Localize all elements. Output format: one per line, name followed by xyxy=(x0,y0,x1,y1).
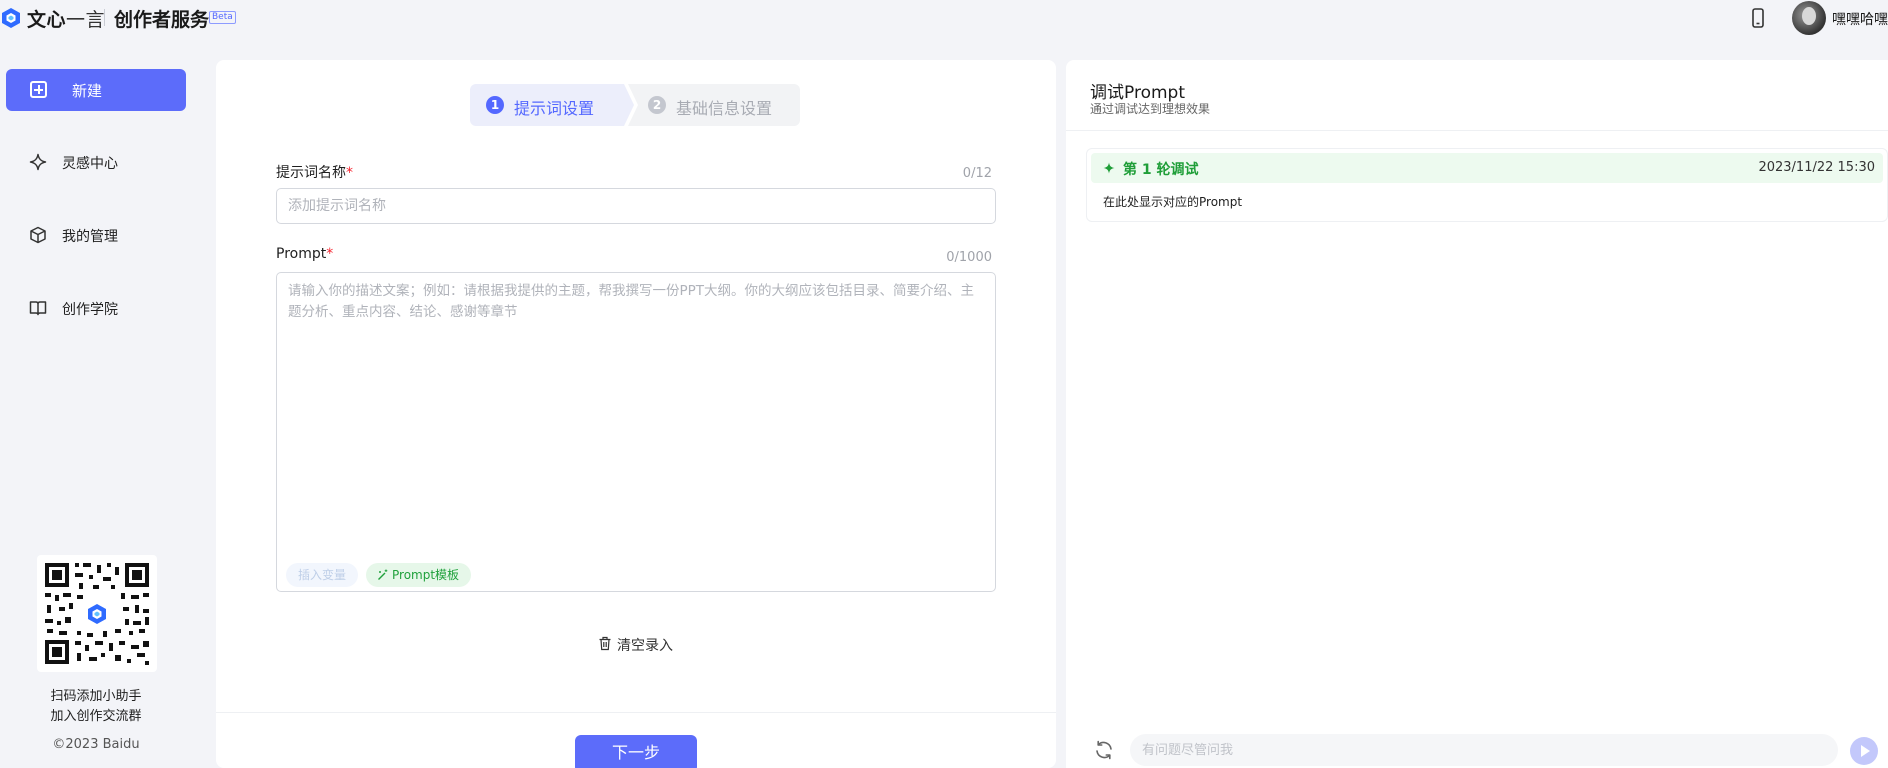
step-label: 基础信息设置 xyxy=(676,99,773,118)
brand-name[interactable]: 文心一言 xyxy=(27,5,105,32)
next-step-button[interactable]: 下一步 xyxy=(575,735,697,768)
required-mark: * xyxy=(346,165,353,181)
step-number: 1 xyxy=(486,96,504,114)
trash-icon xyxy=(599,636,611,651)
send-button[interactable] xyxy=(1850,737,1878,765)
qr-code xyxy=(37,555,157,672)
debug-round-body: 在此处显示对应的Prompt xyxy=(1103,195,1243,209)
debug-round-label: 第 1 轮调试 xyxy=(1123,162,1199,178)
step-number: 2 xyxy=(648,96,666,114)
sidebar-item-label: 创作学院 xyxy=(62,302,118,318)
debug-divider xyxy=(1066,130,1888,131)
prompt-template-label: Prompt模板 xyxy=(392,568,460,582)
mobile-phone-icon[interactable] xyxy=(1749,8,1767,28)
sidebar-item-label: 我的管理 xyxy=(62,229,118,245)
sidebar-item-inspiration[interactable]: 灵感中心 xyxy=(6,142,186,182)
ask-input[interactable] xyxy=(1130,734,1838,766)
debug-round-time: 2023/11/22 15:30 xyxy=(1758,160,1875,175)
sidebar-item-management[interactable]: 我的管理 xyxy=(6,215,186,255)
prompt-name-label: 提示词名称* xyxy=(276,162,353,182)
prompt-label: Prompt* xyxy=(276,246,333,262)
required-mark: * xyxy=(326,246,334,262)
insert-variable-button[interactable]: 插入变量 xyxy=(286,563,359,587)
user-avatar[interactable] xyxy=(1792,1,1826,35)
prompt-name-label-text: 提示词名称 xyxy=(276,165,346,181)
sparkle-icon xyxy=(1103,162,1115,174)
refresh-icon[interactable] xyxy=(1092,738,1116,762)
sparkle-icon xyxy=(29,153,47,171)
prompt-textarea[interactable] xyxy=(277,273,995,553)
name-counter: 0/12 xyxy=(962,166,992,181)
copyright: ©2023 Baidu xyxy=(52,737,140,752)
prompt-name-input[interactable] xyxy=(276,188,996,224)
brand-thin: 一言 xyxy=(66,9,106,31)
cube-icon xyxy=(30,226,46,244)
debug-round-header: 第 1 轮调试 2023/11/22 15:30 xyxy=(1091,153,1883,183)
debug-subtitle: 通过调试达到理想效果 xyxy=(1090,102,1211,116)
wenxin-logo-icon[interactable] xyxy=(0,7,22,29)
clear-input-label: 清空录入 xyxy=(617,638,673,654)
step-label: 提示词设置 xyxy=(514,99,595,118)
step-basic-info[interactable]: 2 基础信息设置 xyxy=(638,84,800,126)
qr-caption-line1: 扫码添加小助手 xyxy=(50,689,142,704)
prompt-form-panel: 1 提示词设置 2 基础信息设置 提示词名称* 0/12 Prompt* 0/1… xyxy=(216,60,1056,768)
prompt-input-box: 插入变量 Prompt模板 xyxy=(276,272,996,592)
debug-prompt-panel: 调试Prompt 通过调试达到理想效果 第 1 轮调试 2023/11/22 1… xyxy=(1066,60,1888,768)
username[interactable]: 嘿嘿哈嘿 xyxy=(1832,9,1888,29)
book-icon xyxy=(29,301,47,316)
brand-divider xyxy=(104,9,105,26)
step-prompt-settings[interactable]: 1 提示词设置 xyxy=(470,84,624,126)
product-name: 创作者服务 xyxy=(114,9,210,31)
qr-caption-line2: 加入创作交流群 xyxy=(50,709,142,724)
prompt-template-button[interactable]: Prompt模板 xyxy=(366,563,472,587)
new-button[interactable]: 新建 xyxy=(6,69,186,111)
new-button-label: 新建 xyxy=(72,82,103,100)
debug-round-card: 第 1 轮调试 2023/11/22 15:30 在此处显示对应的Prompt xyxy=(1086,148,1888,222)
brand-main: 文心 xyxy=(27,9,67,31)
step-notch xyxy=(628,84,638,126)
top-bar: 文心一言 创作者服务 Beta 嘿嘿哈嘿 xyxy=(0,0,1888,38)
qr-caption: 扫码添加小助手 加入创作交流群 xyxy=(0,687,192,727)
form-footer-divider xyxy=(216,712,1056,713)
sidebar-item-label: 灵感中心 xyxy=(62,156,118,172)
plus-square-icon xyxy=(30,81,47,98)
beta-badge: Beta xyxy=(209,11,236,24)
prompt-counter: 0/1000 xyxy=(946,250,992,265)
prompt-label-text: Prompt xyxy=(276,246,327,262)
magic-wand-icon xyxy=(378,569,388,580)
sidebar-item-academy[interactable]: 创作学院 xyxy=(6,288,186,328)
step-indicator: 1 提示词设置 2 基础信息设置 xyxy=(470,84,800,126)
